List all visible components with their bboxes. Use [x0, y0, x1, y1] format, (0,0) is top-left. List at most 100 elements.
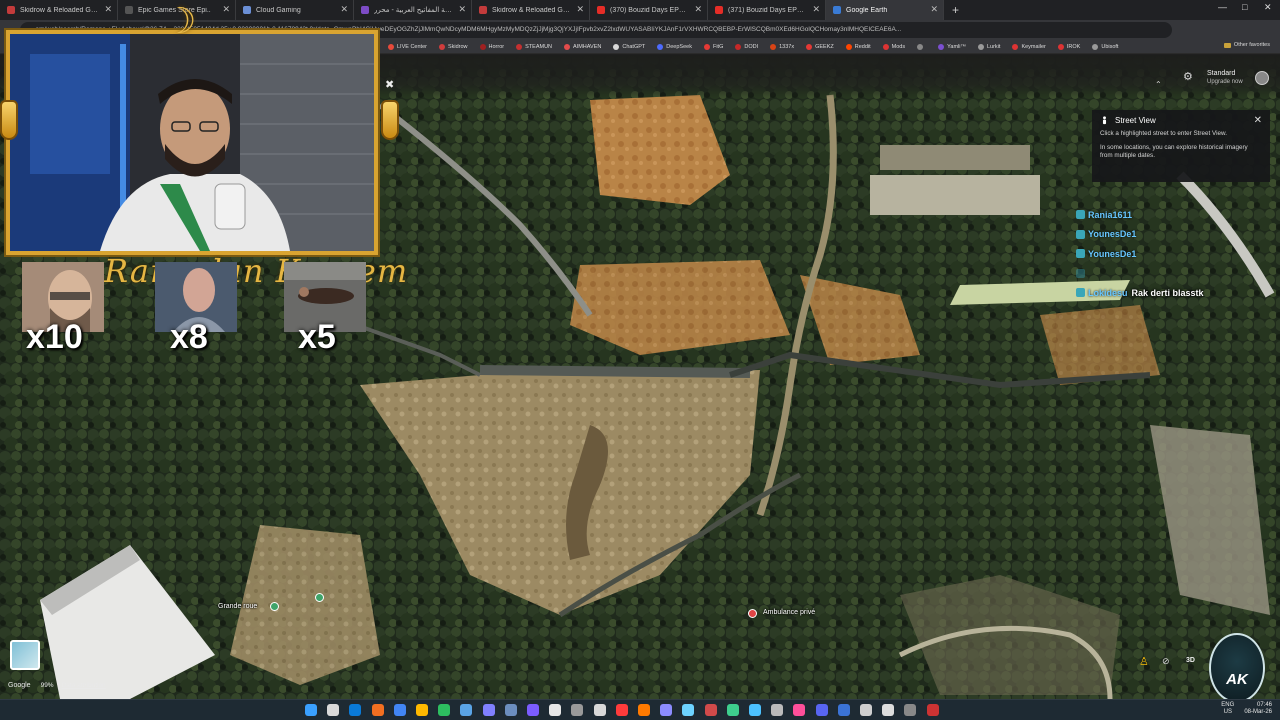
bookmark-item[interactable]: Ubisoft	[1092, 43, 1118, 50]
browser-tab[interactable]: Skidrow & Reloaded Games - Do ✕	[0, 0, 118, 20]
bookmark-item[interactable]: STEAMUN	[516, 43, 552, 50]
close-tab-icon[interactable]: ✕	[576, 4, 584, 15]
taskbar-app-icon[interactable]	[815, 704, 828, 716]
bookmark-item[interactable]: AIMHAVEN	[564, 43, 601, 50]
bookmark-item[interactable]: Skidrow	[438, 43, 468, 50]
clock[interactable]: 07:46 08-Mar-26	[1244, 702, 1272, 716]
taskbar-app-icon[interactable]	[615, 704, 628, 716]
bookmark-item[interactable]: Lurkit	[977, 43, 1000, 50]
taskbar-app-icon[interactable]	[416, 704, 428, 716]
new-tab-button[interactable]: +	[952, 3, 959, 17]
bookmark-item[interactable]	[917, 43, 926, 50]
bookmark-item[interactable]: 1337x	[770, 43, 794, 50]
taskbar-app-icon[interactable]	[726, 704, 739, 716]
upgrade-link[interactable]: Upgrade now	[1207, 78, 1243, 86]
taskbar-app-icon[interactable]	[460, 704, 473, 716]
close-tab-icon[interactable]: ✕	[222, 4, 230, 15]
bookmark-favicon-icon	[917, 43, 924, 50]
taskbar-app-icon[interactable]	[527, 704, 539, 716]
taskbar-app-icon[interactable]	[504, 704, 517, 716]
toggle-3d-button[interactable]: 3D	[1186, 657, 1195, 664]
bookmark-label: Mods	[891, 43, 906, 50]
browser-tab[interactable]: Google Earth ✕	[826, 0, 944, 20]
bookmark-item[interactable]: LIVE Center	[388, 43, 427, 50]
place-pin-icon[interactable]	[748, 609, 757, 618]
gear-icon[interactable]: ⚙	[1183, 71, 1195, 83]
taskbar-app-icon[interactable]	[660, 704, 673, 716]
bookmark-item[interactable]: DODI	[735, 43, 758, 50]
bookmark-item[interactable]: Reddit	[845, 43, 871, 50]
tab-title: Skidrow & Reloaded Games - Do	[492, 6, 571, 14]
bookmark-item[interactable]: DeepSeek	[657, 43, 692, 50]
crescent-moon-icon: ☽	[164, 0, 197, 41]
taskbar-app-icon[interactable]	[837, 704, 850, 716]
taskbar-app-icon[interactable]	[904, 704, 917, 716]
bookmark-item[interactable]: ChatGPT	[613, 43, 645, 50]
map-style-button[interactable]	[10, 640, 40, 670]
browser-tab[interactable]: Cloud Gaming ✕	[236, 0, 354, 20]
chat-username: Lokidesu	[1088, 287, 1128, 298]
chevron-up-icon[interactable]: ⌃	[1155, 80, 1162, 89]
taskbar-app-icon[interactable]	[371, 704, 384, 716]
bookmark-item[interactable]: IROK	[1057, 43, 1080, 50]
close-window-icon[interactable]: ✕	[1264, 2, 1272, 13]
bookmark-item[interactable]: Horror	[479, 43, 504, 50]
close-tab-icon[interactable]: ✕	[340, 4, 348, 15]
taskbar-app-icon[interactable]	[882, 704, 895, 716]
place-label[interactable]: Ambulance privé	[763, 609, 815, 616]
close-tab-icon[interactable]: ✕	[930, 4, 938, 15]
browser-tab[interactable]: (371) Bouzid Days EP09 Docteur ✕	[708, 0, 826, 20]
place-pin-icon[interactable]	[315, 593, 324, 602]
taskbar-app-icon[interactable]	[771, 704, 784, 716]
browser-tab[interactable]: Skidrow & Reloaded Games - Do ✕	[472, 0, 590, 20]
map-footer: Google 99% Data attribution	[8, 682, 106, 689]
minimize-icon[interactable]: —	[1218, 2, 1227, 12]
chat-badge-icon	[1076, 268, 1085, 278]
taskbar-app-icon[interactable]	[438, 704, 451, 716]
compass-icon[interactable]: ⊘	[1162, 656, 1170, 667]
taskbar-app-icon[interactable]	[704, 704, 717, 716]
taskbar-app-icon[interactable]	[860, 704, 872, 716]
plan-badge[interactable]: Standard Upgrade now	[1207, 70, 1243, 86]
taskbar-app-icon[interactable]	[349, 704, 362, 716]
avatar[interactable]	[1255, 71, 1269, 85]
browser-tab[interactable]: لوحة المفاتيح العربية - محرر Yamli ✕	[354, 0, 472, 20]
browser-tab[interactable]: (370) Bouzid Days EP12 analyses ✕	[590, 0, 708, 20]
bookmark-item[interactable]: Keymailer	[1012, 43, 1046, 50]
bookmark-favicon-icon	[735, 43, 742, 50]
data-attribution-link[interactable]: Data attribution	[62, 682, 106, 689]
close-panel-icon[interactable]: ✖	[385, 78, 394, 91]
taskbar-app-icon[interactable]	[749, 704, 761, 716]
close-tab-icon[interactable]: ✕	[104, 4, 112, 15]
taskbar-app-icon[interactable]	[482, 704, 495, 716]
bookmark-item[interactable]: GEEKZ	[806, 43, 834, 50]
close-tab-icon[interactable]: ✕	[694, 4, 702, 15]
taskbar-app-icon[interactable]	[549, 704, 562, 716]
search-icon[interactable]	[327, 704, 340, 716]
close-icon[interactable]: ✕	[1254, 115, 1262, 126]
taskbar-app-icon[interactable]	[571, 704, 584, 716]
taskbar-app-icon[interactable]	[593, 704, 606, 716]
bookmark-item[interactable]: FitG	[703, 43, 724, 50]
other-favorites[interactable]: Other favorites	[1223, 42, 1270, 48]
taskbar-app-icon[interactable]	[682, 704, 695, 716]
chat-username: Rania1611	[1088, 209, 1133, 220]
bookmark-label: FitG	[712, 43, 724, 50]
start-menu-icon[interactable]	[305, 704, 317, 716]
taskbar-app-icon[interactable]	[638, 704, 650, 716]
place-pin-icon[interactable]	[270, 602, 279, 611]
keyboard-region: US	[1223, 709, 1232, 715]
bookmark-favicon-icon	[845, 43, 852, 50]
language-indicator[interactable]: ENG US	[1221, 702, 1234, 716]
maximize-icon[interactable]: □	[1242, 2, 1247, 12]
taskbar-app-icon[interactable]	[926, 704, 939, 716]
taskbar-app-icon[interactable]	[393, 704, 406, 716]
close-tab-icon[interactable]: ✕	[812, 4, 820, 15]
taskbar-app-icon[interactable]	[793, 704, 806, 716]
street-view-pegman-icon[interactable]: ♙	[1139, 655, 1149, 668]
place-label[interactable]: Grande roue	[218, 603, 257, 610]
bookmark-item[interactable]: Mods	[882, 43, 906, 50]
bookmark-label: DeepSeek	[666, 43, 692, 50]
close-tab-icon[interactable]: ✕	[458, 4, 466, 15]
bookmark-item[interactable]: Yamli™	[938, 43, 966, 50]
